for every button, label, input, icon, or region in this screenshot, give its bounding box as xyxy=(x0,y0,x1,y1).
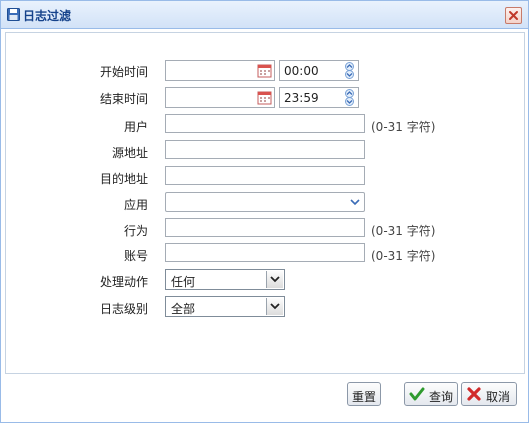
start-time-value: 00:00 xyxy=(284,64,319,78)
behavior-label: 行为 xyxy=(123,224,148,238)
chevron-down-icon[interactable] xyxy=(349,197,361,207)
log-filter-dialog: 日志过滤 开始时间 00:00 结束时间 23:59 用户 (0-31 字符) … xyxy=(0,0,529,423)
dialog-title: 日志过滤 xyxy=(23,9,72,23)
source-address-input[interactable] xyxy=(165,140,365,159)
save-disk-icon xyxy=(7,8,20,21)
application-combo[interactable] xyxy=(165,192,365,212)
action-select-value: 任何 xyxy=(171,275,196,289)
dialog-titlebar[interactable]: 日志过滤 xyxy=(1,1,528,29)
account-hint: (0-31 字符) xyxy=(371,249,436,263)
reset-button-label: 重置 xyxy=(352,390,377,404)
calendar-icon[interactable] xyxy=(257,63,272,78)
log-level-select-arrow[interactable] xyxy=(266,298,283,315)
user-input[interactable] xyxy=(165,114,365,133)
account-input[interactable] xyxy=(165,243,365,262)
log-level-select[interactable]: 全部 xyxy=(165,296,285,317)
check-icon xyxy=(409,387,425,401)
destination-address-label: 目的地址 xyxy=(99,172,148,186)
start-time-field[interactable]: 00:00 xyxy=(279,60,359,81)
end-date-field[interactable] xyxy=(165,87,275,108)
close-button[interactable] xyxy=(505,7,522,24)
behavior-hint: (0-31 字符) xyxy=(371,224,436,238)
calendar-icon[interactable] xyxy=(257,90,272,105)
action-select[interactable]: 任何 xyxy=(165,269,285,290)
user-hint: (0-31 字符) xyxy=(371,120,436,134)
end-time-field[interactable]: 23:59 xyxy=(279,87,359,108)
x-icon xyxy=(467,387,481,401)
end-time-value: 23:59 xyxy=(284,91,319,105)
cancel-button[interactable]: 取消 xyxy=(461,382,517,406)
cancel-button-label: 取消 xyxy=(486,390,511,404)
action-select-arrow[interactable] xyxy=(266,271,283,288)
spinner-icon[interactable] xyxy=(342,62,357,79)
close-icon xyxy=(509,11,518,20)
action-label: 处理动作 xyxy=(99,275,148,289)
dialog-footer: 重置 查询 取消 xyxy=(5,375,523,420)
user-label: 用户 xyxy=(123,120,148,134)
reset-button[interactable]: 重置 xyxy=(347,382,381,406)
source-address-label: 源地址 xyxy=(111,146,148,160)
start-time-label: 开始时间 xyxy=(99,65,148,79)
chevron-down-icon xyxy=(270,303,280,310)
account-label: 账号 xyxy=(123,249,148,263)
spinner-icon[interactable] xyxy=(342,89,357,106)
log-level-label: 日志级别 xyxy=(99,302,148,316)
log-level-select-value: 全部 xyxy=(171,302,196,316)
behavior-input[interactable] xyxy=(165,218,365,237)
query-button-label: 查询 xyxy=(429,390,454,404)
chevron-down-icon xyxy=(270,276,280,283)
application-label: 应用 xyxy=(123,198,148,212)
query-button[interactable]: 查询 xyxy=(404,382,458,406)
end-time-label: 结束时间 xyxy=(99,92,148,106)
start-date-field[interactable] xyxy=(165,60,275,81)
filter-form: 开始时间 00:00 结束时间 23:59 用户 (0-31 字符) 源地址 目… xyxy=(5,32,525,374)
destination-address-input[interactable] xyxy=(165,166,365,185)
